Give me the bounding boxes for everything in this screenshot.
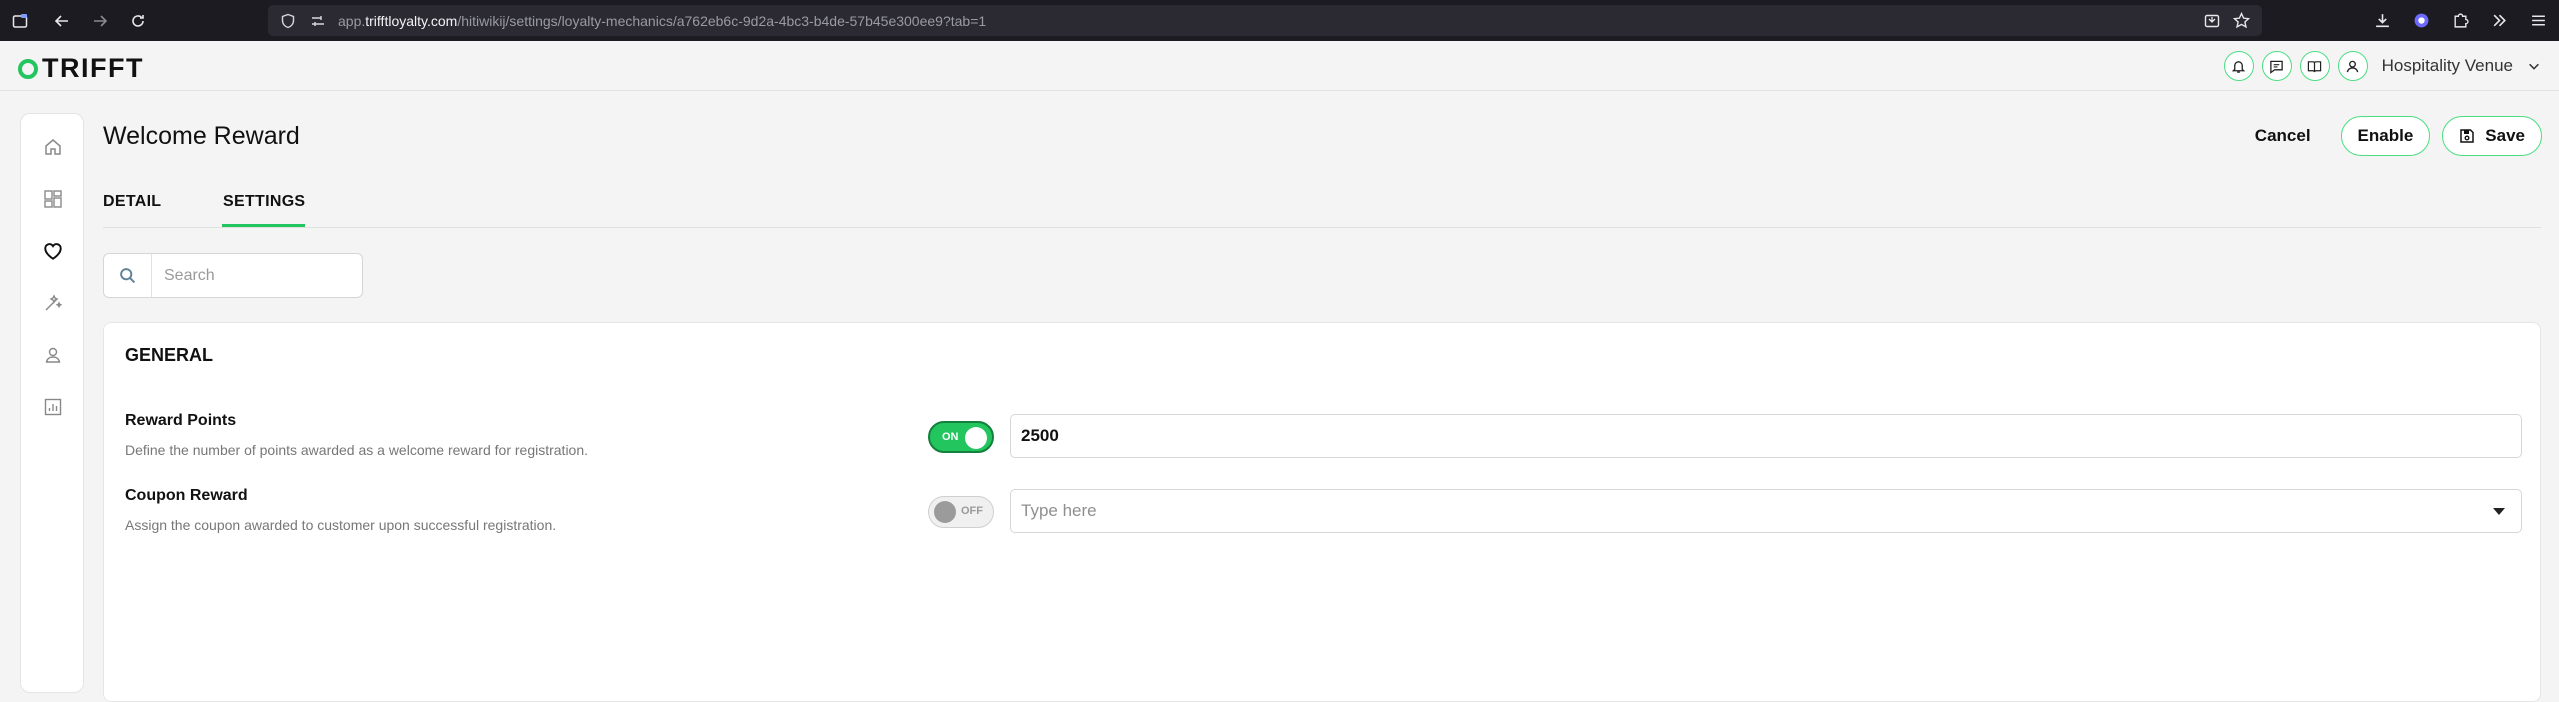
app-header: TRIFFT Hospitality Venue [0,41,2559,91]
toggle-state-label: OFF [961,505,983,517]
active-tab-indicator [222,224,305,227]
reward-points-input[interactable]: 2500 [1010,414,2522,458]
header-actions: Hospitality Venue [2223,50,2541,82]
tab-overview-icon[interactable] [12,13,28,29]
reward-points-description: Define the number of points awarded as a… [125,442,589,458]
reload-icon[interactable] [130,13,146,29]
dropdown-caret-icon [2493,508,2505,515]
logo-text: TRIFFT [42,53,144,83]
coupon-reward-select[interactable]: Type here [1010,489,2522,533]
toggle-state-label: ON [942,431,959,443]
menu-hamburger-icon[interactable] [2530,12,2547,29]
search-icon [104,254,152,297]
logo-ring-icon [18,58,38,79]
url-path: /hitiwikij/settings/loyalty-mechanics/a7… [457,12,987,29]
reader-view-icon[interactable] [2204,13,2220,29]
page-actions: Cancel Enable Save [2237,116,2542,156]
back-icon[interactable] [54,13,70,29]
tab-detail[interactable]: DETAIL [103,193,161,211]
coupon-reward-placeholder: Type here [1021,501,1097,520]
extension-circle-icon[interactable] [2413,12,2430,29]
save-button[interactable]: Save [2442,116,2542,156]
sidebar-home-icon[interactable] [41,135,65,159]
enable-button[interactable]: Enable [2340,116,2431,156]
tab-settings[interactable]: SETTINGS [223,193,305,211]
venue-label: Hospitality Venue [2381,56,2513,75]
toggle-knob [965,427,987,449]
browser-right-toolbar [2374,0,2547,41]
download-icon[interactable] [2374,12,2391,29]
messages-icon[interactable] [2261,51,2292,81]
coupon-reward-label: Coupon Reward [125,487,248,504]
sidebar-dashboard-icon[interactable] [41,187,65,211]
cancel-button[interactable]: Cancel [2237,116,2329,156]
extensions-puzzle-icon[interactable] [2452,12,2469,29]
section-title: GENERAL [125,345,214,365]
shield-icon[interactable] [280,13,296,29]
sidebar-campaigns-icon[interactable] [41,291,65,315]
general-settings-card: GENERAL Reward Points Define the number … [103,322,2541,702]
reward-points-toggle[interactable]: ON [928,421,994,453]
sidebar [20,113,84,693]
reward-points-label: Reward Points [125,412,237,429]
save-button-label: Save [2485,126,2525,145]
user-avatar-icon[interactable] [2337,51,2368,81]
reward-points-value: 2500 [1021,426,1059,445]
page-title: Welcome Reward [103,122,300,150]
chevron-down-icon [2527,59,2541,73]
sidebar-customers-icon[interactable] [41,343,65,367]
address-bar[interactable]: app. trifftloyalty.com/hitiwikij/settings… [268,5,2262,36]
venue-selector[interactable]: Hospitality Venue [2382,56,2541,76]
overflow-chevrons-icon[interactable] [2491,12,2508,29]
notifications-bell-icon[interactable] [2223,51,2254,81]
coupon-reward-toggle[interactable]: OFF [928,496,994,528]
coupon-reward-description: Assign the coupon awarded to customer up… [125,517,557,533]
save-icon [2459,128,2475,144]
sidebar-reports-icon[interactable] [41,395,65,419]
url-host: trifftloyalty.com [365,12,458,29]
url-prefix: app. [338,12,366,29]
enable-button-label: Enable [2357,126,2414,145]
sidebar-loyalty-heart-icon[interactable] [41,239,65,263]
toggle-knob [934,501,956,523]
browser-toolbar: app. trifftloyalty.com/hitiwikij/settings… [0,0,2559,41]
book-icon[interactable] [2299,51,2330,81]
site-permissions-icon[interactable] [310,13,326,29]
forward-icon[interactable] [92,13,108,29]
bookmark-star-icon[interactable] [2233,12,2250,29]
search-box [103,253,363,298]
search-input[interactable] [152,266,352,285]
logo[interactable]: TRIFFT [18,53,144,84]
tabs-bar: DETAIL SETTINGS [103,190,2541,228]
